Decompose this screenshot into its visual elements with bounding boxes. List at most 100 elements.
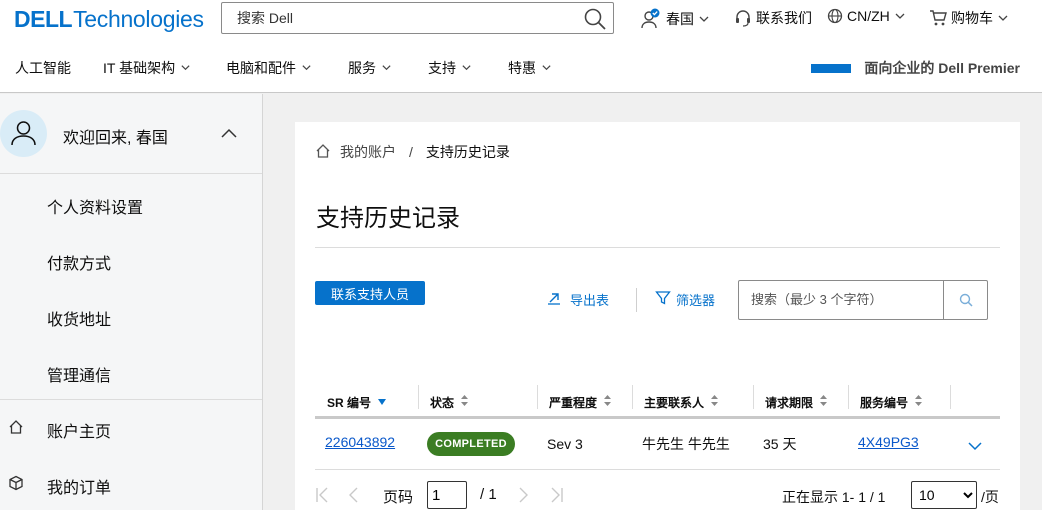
- table-search-input[interactable]: [751, 292, 931, 307]
- column-separator: [418, 385, 419, 409]
- column-separator: [848, 385, 849, 409]
- column-header-severity[interactable]: 严重程度: [549, 390, 612, 414]
- primary-contact-cell: 牛先生 牛先生: [642, 436, 730, 452]
- menu-item-deals[interactable]: 特惠: [508, 58, 552, 78]
- column-separator: [632, 385, 633, 409]
- chevron-down-icon: [997, 12, 1009, 24]
- dell-premier-link[interactable]: 面向企业的 Dell Premier: [811, 58, 1020, 78]
- profile-submenu: 个人资料设置 付款方式 收货地址 管理通信: [0, 174, 262, 400]
- dell-technologies-logo[interactable]: DELL Technologies: [14, 4, 204, 34]
- filter-icon: [655, 290, 671, 309]
- logo-dell-text: DELL: [14, 5, 73, 32]
- column-header-primary-contact[interactable]: 主要联系人: [644, 390, 719, 414]
- sort-icon: [819, 394, 828, 410]
- premier-label: 面向企业的 Dell Premier: [864, 60, 1020, 76]
- column-header-status[interactable]: 状态: [430, 390, 469, 414]
- toolbar-divider: [636, 288, 637, 312]
- cart-label: 购物车: [951, 10, 993, 26]
- headset-icon: [734, 9, 752, 27]
- sr-number-link[interactable]: 226043892: [325, 434, 395, 450]
- last-page-icon[interactable]: [550, 486, 564, 509]
- column-label: 请求期限: [765, 395, 814, 410]
- sort-desc-icon: [377, 395, 387, 409]
- column-separator: [537, 385, 538, 409]
- menu-item-label: 支持: [428, 60, 456, 76]
- column-header-sr-number[interactable]: SR 编号: [327, 390, 387, 414]
- menu-item-label: 特惠: [508, 60, 536, 76]
- sort-icon: [710, 394, 719, 410]
- logo-technologies-text: Technologies: [73, 5, 204, 32]
- column-separator: [753, 385, 754, 409]
- table-search-button[interactable]: [943, 281, 988, 319]
- column-header-request-age[interactable]: 请求期限: [765, 390, 828, 414]
- column-label: 状态: [430, 395, 455, 410]
- expand-row-chevron-icon[interactable]: [967, 438, 983, 456]
- sidebar-item-my-orders[interactable]: 我的订单: [0, 456, 262, 510]
- search-icon: [959, 293, 973, 307]
- user-name: 春国: [666, 11, 694, 27]
- sort-icon: [460, 394, 469, 410]
- export-table-button[interactable]: 导出表: [547, 290, 609, 309]
- sidebar-item-account-home[interactable]: 账户主页: [0, 400, 262, 456]
- page-total: / 1: [480, 486, 497, 503]
- chevron-down-icon: [381, 60, 392, 76]
- column-separator: [950, 385, 951, 409]
- export-label: 导出表: [570, 293, 610, 308]
- contact-support-button[interactable]: 联系支持人员: [315, 281, 425, 305]
- home-icon: [8, 419, 24, 440]
- previous-page-icon[interactable]: [347, 486, 359, 509]
- sidebar-item-profile-settings[interactable]: 个人资料设置: [47, 194, 143, 218]
- contact-us-label: 联系我们: [756, 10, 812, 26]
- breadcrumb-current: 支持历史记录: [425, 144, 510, 160]
- cart-icon: [929, 9, 947, 27]
- rows-per-page-select[interactable]: 10: [911, 481, 977, 509]
- sidebar-item-manage-communications[interactable]: 管理通信: [47, 362, 111, 386]
- table-row: 226043892 COMPLETED Sev 3 牛先生 牛先生 35 天 4…: [315, 422, 1000, 470]
- page-label: 页码: [383, 489, 414, 506]
- status-badge: COMPLETED: [427, 432, 515, 456]
- filter-button[interactable]: 筛选器: [655, 290, 715, 309]
- service-tag-link[interactable]: 4X49PG3: [858, 434, 919, 450]
- menu-item-label: 服务: [348, 60, 376, 76]
- welcome-text: 欢迎回来, 春国: [63, 130, 168, 147]
- column-label: SR 编号: [327, 395, 372, 410]
- search-icon[interactable]: [583, 7, 607, 31]
- menu-item-services[interactable]: 服务: [348, 58, 392, 78]
- first-page-icon[interactable]: [315, 486, 329, 509]
- main-menu-bar: 人工智能 IT 基础架构 电脑和配件 服务 支持 特惠 面向企业的 Dell P…: [0, 40, 1042, 93]
- next-page-icon[interactable]: [518, 486, 530, 509]
- user-icon: [11, 121, 36, 146]
- chevron-down-icon: [698, 13, 710, 25]
- menu-item-computers[interactable]: 电脑和配件: [226, 58, 312, 78]
- menu-item-ai[interactable]: 人工智能: [15, 58, 71, 78]
- top-bar: DELL Technologies 春国 联系我们 CN/ZH 购物车: [0, 0, 1042, 40]
- menu-item-support[interactable]: 支持: [428, 58, 472, 78]
- contact-us-link[interactable]: 联系我们: [734, 8, 812, 28]
- chevron-down-icon: [541, 60, 552, 76]
- showing-count: 正在显示 1- 1 / 1: [782, 489, 886, 505]
- chevron-down-icon: [180, 60, 191, 76]
- column-label: 严重程度: [549, 395, 598, 410]
- column-label: 主要联系人: [644, 395, 705, 410]
- home-icon[interactable]: [315, 143, 331, 162]
- locale-selector[interactable]: CN/ZH: [827, 8, 906, 24]
- site-search-input[interactable]: [237, 10, 567, 26]
- column-header-service-tag[interactable]: 服务编号: [860, 390, 923, 414]
- breadcrumb: 我的账户 / 支持历史记录: [315, 142, 510, 162]
- menu-item-it-infrastructure[interactable]: IT 基础架构: [103, 58, 191, 78]
- user-menu[interactable]: 春国: [640, 8, 710, 30]
- welcome-toggle[interactable]: 欢迎回来, 春国: [0, 94, 262, 174]
- chevron-down-icon: [894, 10, 906, 22]
- locale-label: CN/ZH: [847, 8, 890, 24]
- severity-cell: Sev 3: [547, 436, 583, 452]
- sidebar-item-payment-methods[interactable]: 付款方式: [47, 250, 111, 274]
- page-number-input[interactable]: [427, 481, 467, 509]
- chevron-up-icon: [220, 126, 238, 144]
- support-history-card: 我的账户 / 支持历史记录 支持历史记录 联系支持人员 导出表 筛选器 SR 编…: [295, 122, 1020, 510]
- breadcrumb-my-account[interactable]: 我的账户: [340, 142, 396, 162]
- sidebar-item-label: 账户主页: [47, 424, 112, 441]
- sidebar-item-shipping-address[interactable]: 收货地址: [47, 306, 111, 330]
- table-search: [738, 280, 988, 320]
- cart-link[interactable]: 购物车: [929, 8, 1009, 28]
- pagination: 页码 / 1 正在显示 1- 1 / 1 10 /页: [315, 480, 1000, 510]
